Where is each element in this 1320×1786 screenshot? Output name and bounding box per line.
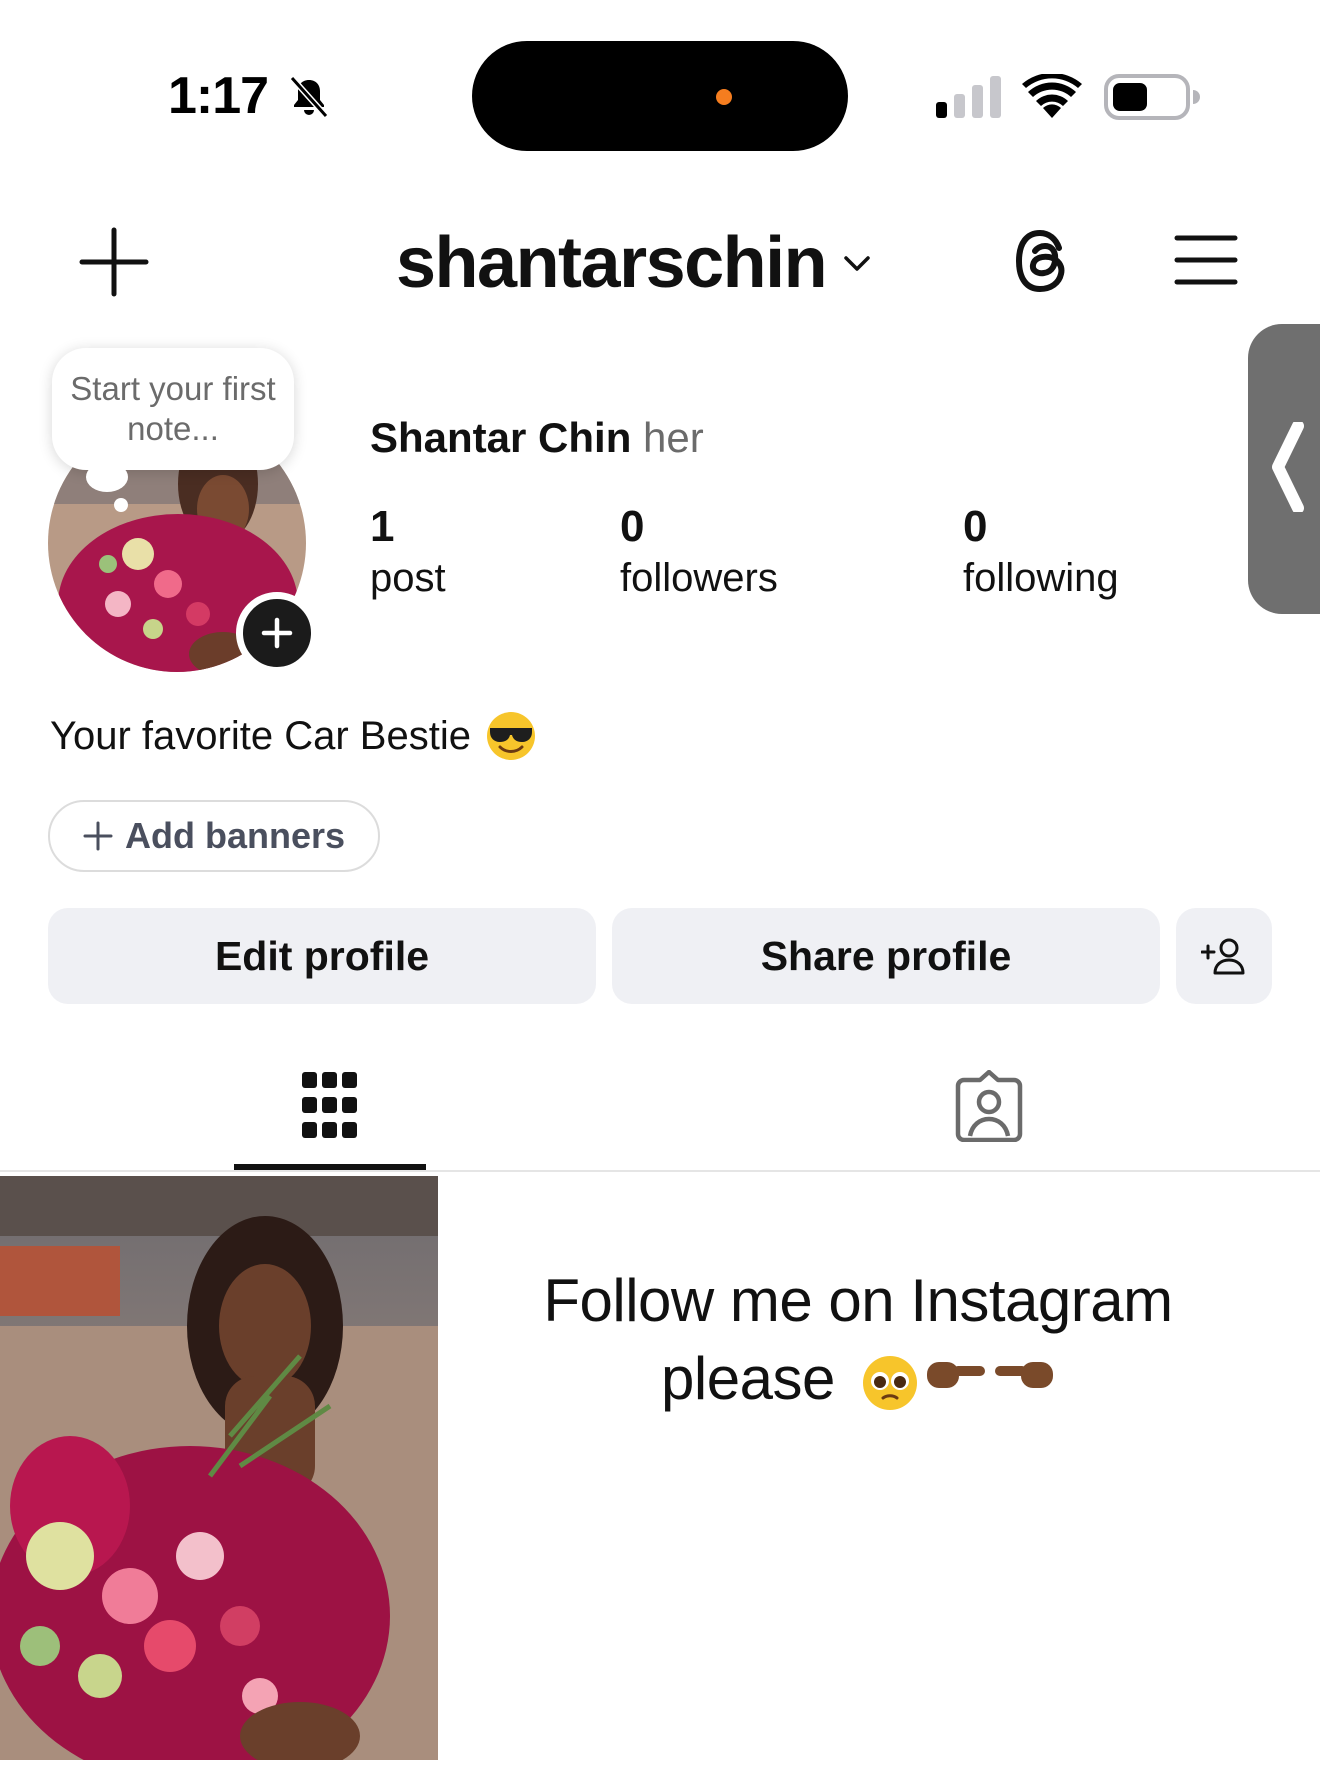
- add-person-icon: [1201, 938, 1245, 975]
- backhand-index-pointing-left-emoji: [994, 1362, 1053, 1389]
- dynamic-island: [472, 41, 848, 151]
- posts-count: 1: [370, 502, 395, 551]
- note-bubble[interactable]: Start your first note...: [52, 348, 294, 470]
- share-profile-button[interactable]: Share profile: [612, 908, 1160, 1004]
- plus-icon: [261, 617, 293, 649]
- stat-posts[interactable]: 1 post: [370, 502, 446, 604]
- pronouns: her: [643, 414, 704, 461]
- camera-indicator-dot: [716, 89, 732, 105]
- grid-icon[interactable]: [302, 1072, 358, 1138]
- full-name-text: Shantar Chin: [370, 414, 632, 461]
- overlay-emojis: [861, 1354, 1055, 1412]
- chevron-down-icon: [844, 256, 870, 271]
- hamburger-menu-icon[interactable]: [1174, 232, 1238, 288]
- overlay-caption-text: Follow me on Instagram please: [543, 1267, 1173, 1412]
- post-image: [0, 1176, 438, 1760]
- threads-icon[interactable]: [1010, 226, 1076, 296]
- plus-icon: [83, 821, 113, 851]
- status-time: 1:17: [168, 67, 269, 125]
- note-bubble-tail-dot: [114, 498, 128, 512]
- tabs-divider: [0, 1170, 1320, 1172]
- smiling-face-with-sunglasses-emoji: [486, 712, 535, 760]
- followers-count: 0: [620, 502, 645, 551]
- account-switcher[interactable]: shantarschin: [396, 222, 874, 304]
- bell-slash-icon: [289, 75, 329, 119]
- note-bubble-tail: [86, 462, 128, 492]
- add-story-button[interactable]: [236, 592, 318, 674]
- backhand-index-pointing-right-emoji: [926, 1362, 985, 1389]
- followers-label: followers: [620, 556, 778, 600]
- add-banners-button[interactable]: Add banners: [48, 800, 380, 872]
- bio-text: Your favorite Car Bestie: [50, 713, 471, 758]
- stat-following[interactable]: 0 following: [963, 502, 1119, 604]
- following-label: following: [963, 556, 1119, 600]
- chevron-left-icon: [1272, 422, 1304, 512]
- edit-profile-button[interactable]: Edit profile: [48, 908, 596, 1004]
- profile-bio: Your favorite Car Bestie: [50, 710, 537, 762]
- add-banners-label: Add banners: [124, 815, 346, 856]
- plus-icon[interactable]: [78, 226, 150, 298]
- profile-full-name: Shantar Chin her: [370, 414, 704, 462]
- battery-icon: [1104, 74, 1200, 120]
- side-panel-handle[interactable]: [1248, 324, 1320, 614]
- stat-followers[interactable]: 0 followers: [620, 502, 778, 604]
- post-thumbnail[interactable]: [0, 1176, 438, 1760]
- posts-label: post: [370, 556, 446, 600]
- username: shantarschin: [396, 223, 828, 303]
- cellular-signal-icon: [936, 76, 1001, 118]
- following-count: 0: [963, 502, 988, 551]
- overlay-caption: Follow me on Instagram please: [488, 1262, 1228, 1418]
- wifi-icon: [1022, 74, 1082, 118]
- pleading-face-emoji: [862, 1356, 917, 1411]
- discover-people-button[interactable]: [1176, 908, 1272, 1004]
- tagged-person-icon[interactable]: [954, 1070, 1024, 1142]
